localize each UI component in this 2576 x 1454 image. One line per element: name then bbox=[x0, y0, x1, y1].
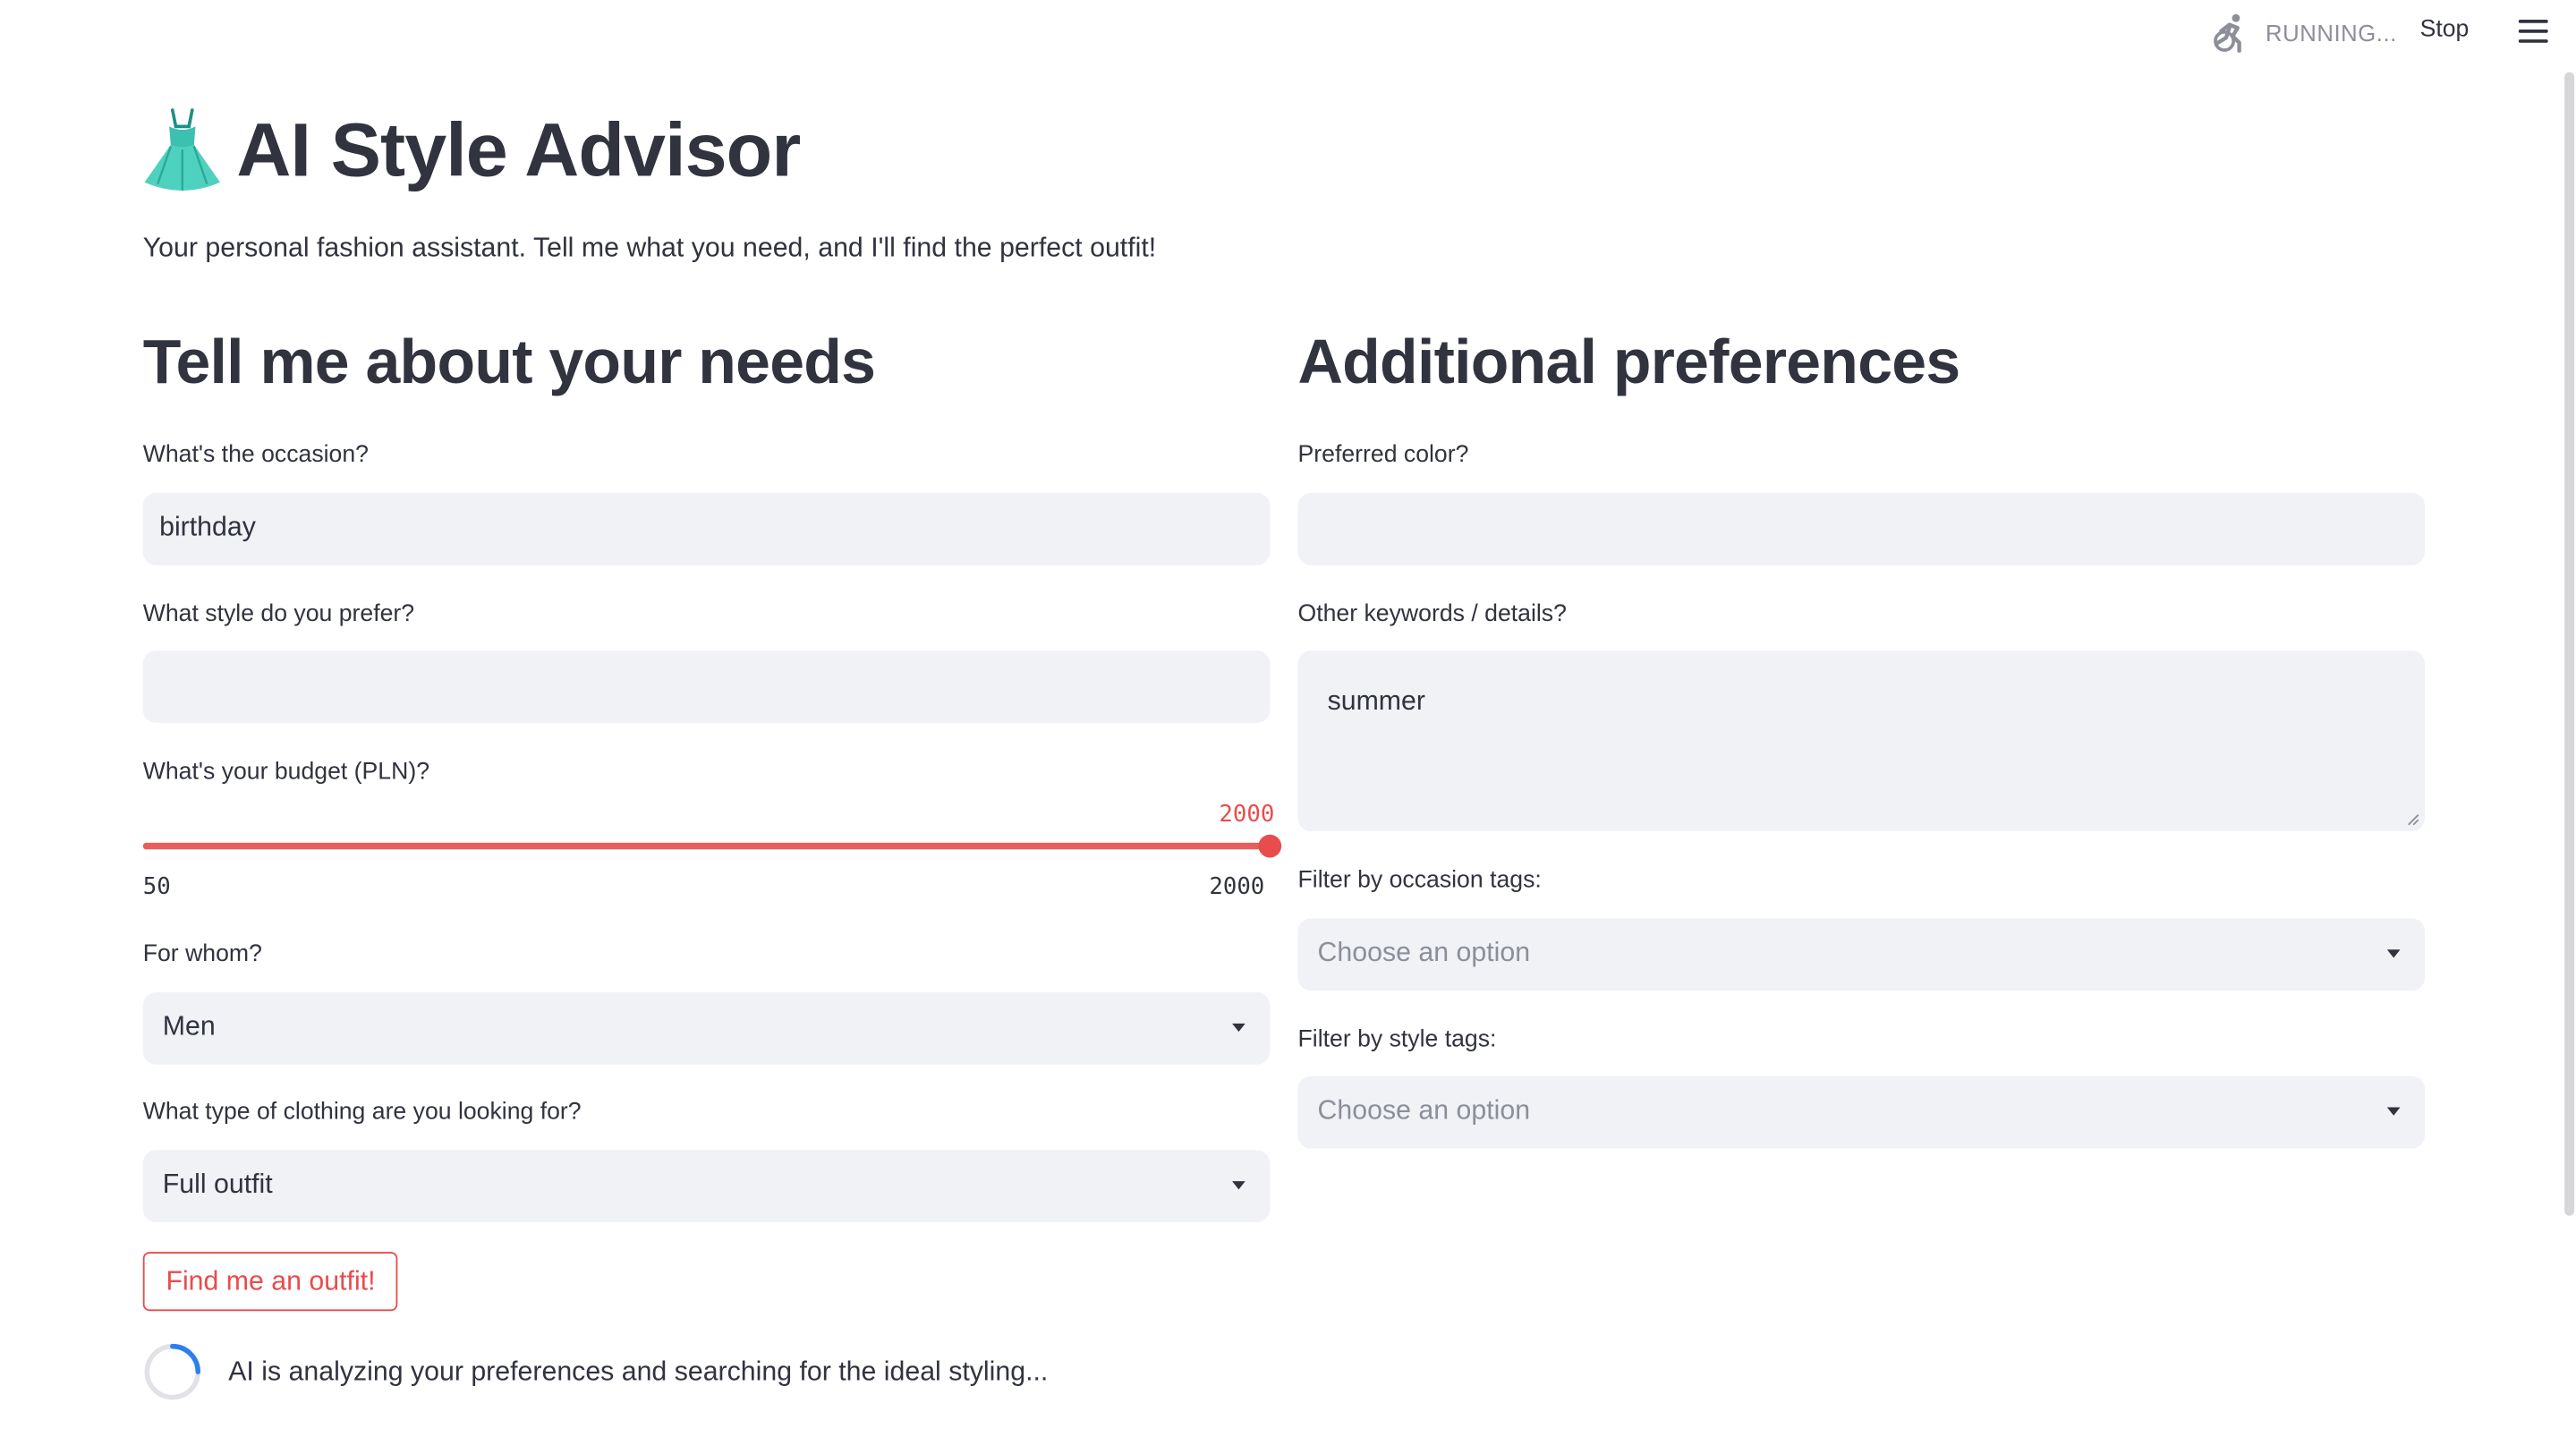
clothing-type-label: What type of clothing are you looking fo… bbox=[142, 1099, 582, 1126]
chevron-down-icon bbox=[1232, 1023, 1245, 1033]
occasion-input[interactable]: birthday bbox=[142, 492, 1271, 565]
budget-slider-handle[interactable] bbox=[1258, 834, 1282, 858]
budget-slider-value: 2000 bbox=[1219, 802, 1275, 829]
chevron-down-icon bbox=[1232, 1181, 1245, 1190]
clothing-type-value: Full outfit bbox=[162, 1169, 273, 1200]
loading-message: AI is analyzing your preferences and sea… bbox=[228, 1356, 1049, 1386]
hamburger-menu-icon[interactable] bbox=[2518, 18, 2548, 44]
style-label: What style do you prefer? bbox=[142, 601, 415, 628]
clothing-type-select[interactable]: Full outfit bbox=[142, 1150, 1271, 1223]
loading-indicator: AI is analyzing your preferences and sea… bbox=[143, 1342, 1049, 1401]
running-person-icon bbox=[2214, 13, 2241, 53]
color-input[interactable] bbox=[1297, 492, 2426, 565]
dress-emoji-icon bbox=[144, 108, 221, 191]
budget-slider-fill bbox=[142, 842, 1271, 850]
for-whom-label: For whom? bbox=[142, 941, 262, 968]
budget-slider-min: 50 bbox=[142, 873, 171, 901]
page-title: AI Style Advisor bbox=[236, 106, 801, 192]
occasion-tags-multiselect[interactable]: Choose an option bbox=[1297, 918, 2426, 991]
status-text: RUNNING... bbox=[2265, 20, 2397, 47]
style-tags-label: Filter by style tags: bbox=[1297, 1026, 1497, 1053]
keywords-label: Other keywords / details? bbox=[1297, 601, 1567, 628]
stop-button[interactable]: Stop bbox=[2420, 16, 2470, 42]
style-tags-placeholder: Choose an option bbox=[1317, 1095, 1531, 1126]
top-bar: RUNNING... Stop bbox=[0, 0, 2576, 65]
page-header: AI Style Advisor bbox=[141, 106, 801, 194]
needs-heading: Tell me about your needs bbox=[142, 328, 876, 398]
occasion-tags-label: Filter by occasion tags: bbox=[1297, 867, 1542, 894]
loading-spinner-icon bbox=[144, 1343, 201, 1400]
color-label: Preferred color? bbox=[1297, 441, 1469, 469]
for-whom-select[interactable]: Men bbox=[142, 992, 1271, 1065]
keywords-textarea[interactable]: summer bbox=[1297, 650, 2426, 832]
occasion-value: birthday bbox=[159, 512, 256, 542]
budget-label: What's your budget (PLN)? bbox=[142, 759, 430, 786]
preferences-heading: Additional preferences bbox=[1297, 328, 1961, 398]
for-whom-value: Men bbox=[162, 1012, 216, 1042]
style-tags-multiselect[interactable]: Choose an option bbox=[1297, 1076, 2426, 1149]
budget-slider-max: 2000 bbox=[1209, 873, 1265, 901]
resize-grip-icon[interactable] bbox=[2407, 813, 2420, 827]
page-scrollbar[interactable] bbox=[2564, 72, 2575, 1216]
page-subtitle: Your personal fashion assistant. Tell me… bbox=[142, 233, 1157, 263]
running-status: RUNNING... bbox=[2211, 13, 2396, 53]
occasion-label: What's the occasion? bbox=[142, 441, 369, 469]
occasion-tags-placeholder: Choose an option bbox=[1317, 938, 1531, 968]
chevron-down-icon bbox=[2386, 949, 2401, 958]
style-input[interactable] bbox=[142, 650, 1271, 723]
app-page: RUNNING... Stop AI Style Advisor Your pe… bbox=[0, 0, 2576, 1454]
chevron-down-icon bbox=[2386, 1107, 2401, 1116]
keywords-value: summer bbox=[1327, 686, 1425, 717]
budget-slider[interactable] bbox=[142, 834, 1282, 858]
find-outfit-button[interactable]: Find me an outfit! bbox=[142, 1252, 399, 1312]
